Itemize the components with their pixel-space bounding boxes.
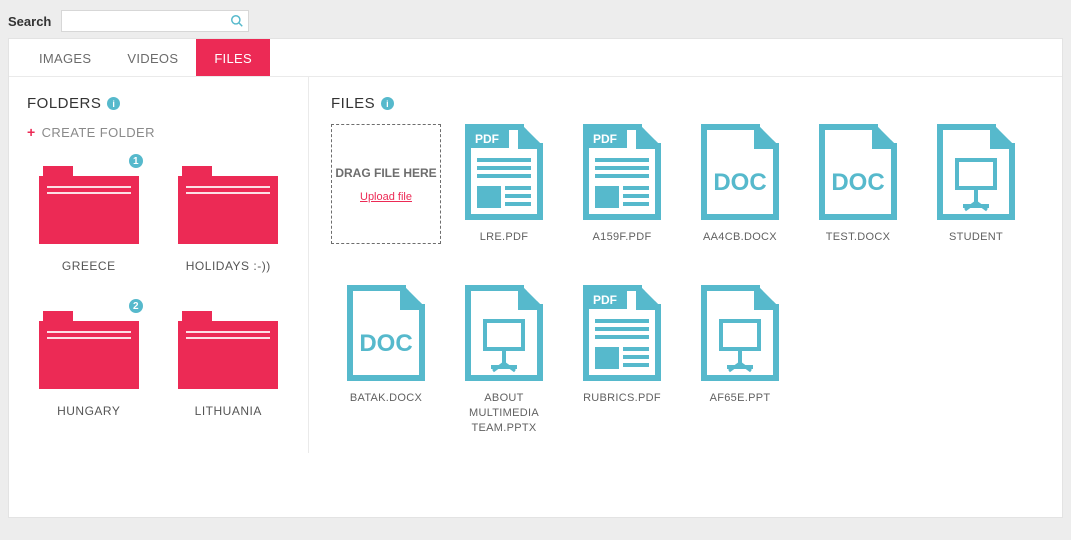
folder-item[interactable]: 1 GREECE bbox=[27, 158, 151, 273]
upload-file-link[interactable]: Upload file bbox=[360, 191, 412, 203]
svg-text:PDF: PDF bbox=[593, 293, 617, 307]
dropzone[interactable]: DRAG FILE HERE Upload file bbox=[331, 124, 441, 244]
file-item[interactable]: DOC BATAK.DOCX bbox=[331, 285, 441, 436]
search-icon[interactable] bbox=[230, 14, 244, 28]
svg-text:PDF: PDF bbox=[593, 132, 617, 146]
files-main: FILES i DRAG FILE HERE Upload file PDF L… bbox=[309, 77, 1062, 453]
svg-text:DOC: DOC bbox=[831, 169, 884, 196]
ppt-file-icon bbox=[937, 124, 1015, 220]
folder-item[interactable]: HOLIDAYS :-)) bbox=[167, 158, 291, 273]
plus-icon: + bbox=[27, 124, 36, 140]
tab-images[interactable]: IMAGES bbox=[21, 39, 109, 76]
file-item[interactable]: PDF RUBRICS.PDF bbox=[567, 285, 677, 436]
folder-badge: 2 bbox=[127, 297, 145, 315]
file-label: AF65E.PPT bbox=[710, 391, 771, 406]
file-item[interactable]: PDF A159F.PDF bbox=[567, 124, 677, 245]
folder-badge: 1 bbox=[127, 152, 145, 170]
file-item[interactable]: DOC TEST.DOCX bbox=[803, 124, 913, 245]
create-folder-button[interactable]: + CREATE FOLDER bbox=[27, 124, 290, 140]
folder-label: LITHUANIA bbox=[195, 404, 262, 418]
folders-title: FOLDERS i bbox=[27, 95, 290, 112]
folder-item[interactable]: 2 HUNGARY bbox=[27, 303, 151, 418]
folder-item[interactable]: LITHUANIA bbox=[167, 303, 291, 418]
file-item[interactable]: ABOUT MULTIMEDIA TEAM.PPTX bbox=[449, 285, 559, 436]
pdf-file-icon: PDF bbox=[583, 124, 661, 220]
search-input[interactable] bbox=[61, 10, 249, 32]
file-label: ABOUT MULTIMEDIA TEAM.PPTX bbox=[449, 391, 559, 436]
file-label: STUDENT bbox=[949, 230, 1003, 245]
file-label: LRE.PDF bbox=[480, 230, 529, 245]
folder-icon: 2 bbox=[39, 303, 139, 392]
doc-file-icon: DOC bbox=[819, 124, 897, 220]
svg-text:PDF: PDF bbox=[475, 132, 499, 146]
file-item[interactable]: AF65E.PPT bbox=[685, 285, 795, 436]
files-title: FILES i bbox=[331, 95, 1040, 112]
folder-icon: 1 bbox=[39, 158, 139, 247]
folder-icon bbox=[178, 303, 278, 392]
tabs: IMAGES VIDEOS FILES bbox=[9, 39, 1062, 77]
dropzone-text: DRAG FILE HERE bbox=[335, 165, 436, 181]
file-label: TEST.DOCX bbox=[826, 230, 890, 245]
pdf-file-icon: PDF bbox=[465, 124, 543, 220]
folders-sidebar: FOLDERS i + CREATE FOLDER 1 GREECE HOLID… bbox=[9, 77, 309, 453]
file-label: AA4CB.DOCX bbox=[703, 230, 777, 245]
ppt-file-icon bbox=[701, 285, 779, 381]
file-label: RUBRICS.PDF bbox=[583, 391, 661, 406]
tab-files[interactable]: FILES bbox=[196, 39, 270, 76]
svg-text:DOC: DOC bbox=[359, 330, 412, 357]
search-label: Search bbox=[8, 14, 51, 29]
file-manager-panel: IMAGES VIDEOS FILES FOLDERS i + CREATE F… bbox=[8, 38, 1063, 518]
file-label: A159F.PDF bbox=[593, 230, 652, 245]
file-item[interactable]: DOC AA4CB.DOCX bbox=[685, 124, 795, 245]
info-icon[interactable]: i bbox=[107, 97, 120, 110]
file-item[interactable]: STUDENT bbox=[921, 124, 1031, 245]
file-label: BATAK.DOCX bbox=[350, 391, 422, 406]
doc-file-icon: DOC bbox=[347, 285, 425, 381]
doc-file-icon: DOC bbox=[701, 124, 779, 220]
ppt-file-icon bbox=[465, 285, 543, 381]
pdf-file-icon: PDF bbox=[583, 285, 661, 381]
folder-label: GREECE bbox=[62, 259, 116, 273]
tab-videos[interactable]: VIDEOS bbox=[109, 39, 196, 76]
info-icon[interactable]: i bbox=[381, 97, 394, 110]
folder-label: HUNGARY bbox=[57, 404, 120, 418]
folder-icon bbox=[178, 158, 278, 247]
file-item[interactable]: PDF LRE.PDF bbox=[449, 124, 559, 245]
svg-text:DOC: DOC bbox=[713, 169, 766, 196]
folder-label: HOLIDAYS :-)) bbox=[186, 259, 271, 273]
